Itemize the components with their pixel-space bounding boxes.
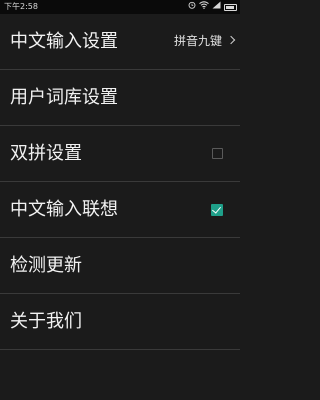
wifi-icon	[199, 0, 209, 14]
setting-label: 关于我们	[10, 311, 82, 332]
signal-icon	[212, 0, 221, 14]
setting-chinese-input[interactable]: 中文输入设置 拼音九键	[0, 14, 240, 70]
battery-icon	[224, 3, 237, 11]
status-icons	[188, 0, 237, 14]
setting-label: 检测更新	[10, 255, 82, 276]
settings-list: 中文输入设置 拼音九键 用户词库设置 双拼设置 中文输入联想 检测更新 关于我们	[0, 14, 240, 350]
setting-input-association[interactable]: 中文输入联想	[0, 182, 240, 238]
double-pinyin-checkbox[interactable]	[212, 148, 223, 159]
setting-label: 用户词库设置	[10, 87, 118, 108]
setting-double-pinyin[interactable]: 双拼设置	[0, 126, 240, 182]
status-bar: 下午2:58	[0, 0, 240, 14]
setting-check-update[interactable]: 检测更新	[0, 238, 240, 294]
setting-label: 双拼设置	[10, 143, 82, 164]
setting-value: 拼音九键	[173, 34, 222, 48]
setting-label: 中文输入设置	[10, 31, 118, 52]
status-time: 下午2:58	[4, 2, 38, 11]
setting-about-us[interactable]: 关于我们	[0, 294, 240, 350]
alarm-icon	[188, 0, 196, 14]
settings-screen: 下午2:58 中文输入设置 拼音九键 用户词库设置 双拼设置 中文输入联想 检测…	[0, 0, 240, 400]
setting-label: 中文输入联想	[10, 199, 118, 220]
input-association-checkbox[interactable]	[211, 204, 223, 216]
setting-user-dictionary[interactable]: 用户词库设置	[0, 70, 240, 126]
chevron-right-icon	[226, 35, 236, 45]
